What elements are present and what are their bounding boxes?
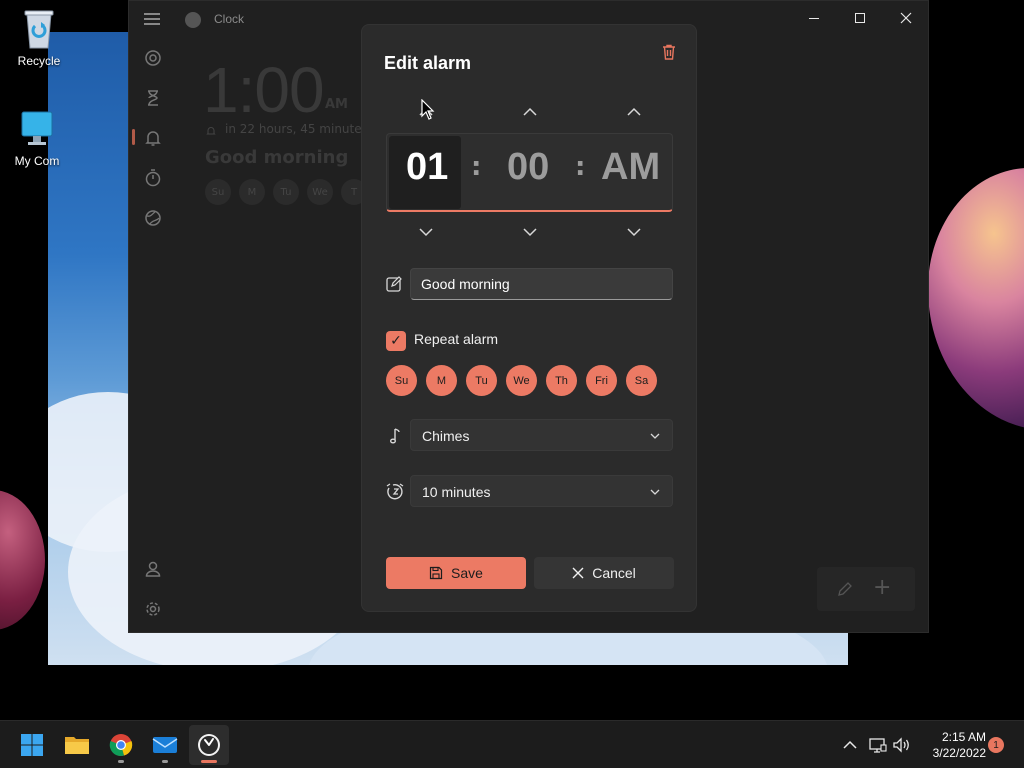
stopwatch-icon[interactable] bbox=[143, 168, 163, 188]
background-alarm-days: Su M Tu We T bbox=[205, 179, 367, 205]
mail-button[interactable] bbox=[145, 725, 185, 765]
day-toggle-monday[interactable]: M bbox=[426, 365, 457, 396]
save-button[interactable]: Save bbox=[386, 557, 526, 589]
background-alarm-ampm: AM bbox=[325, 97, 348, 112]
taskbar-time: 2:15 AM bbox=[941, 730, 986, 744]
alarm-icon[interactable] bbox=[143, 128, 163, 148]
clock-logo-icon bbox=[185, 12, 201, 28]
chrome-button[interactable] bbox=[101, 725, 141, 765]
save-button-label: Save bbox=[451, 565, 483, 581]
background-alarm-time: 1:00 bbox=[203, 54, 325, 126]
time-separator: : bbox=[575, 152, 586, 182]
background-alarm-remaining: in 22 hours, 45 minutes bbox=[225, 122, 368, 136]
timer-icon[interactable] bbox=[143, 88, 163, 108]
running-indicator bbox=[118, 760, 124, 763]
day-toggle-sunday[interactable]: Su bbox=[386, 365, 417, 396]
focus-sessions-icon[interactable] bbox=[143, 48, 163, 68]
settings-icon[interactable] bbox=[143, 599, 163, 619]
hour-down-chevron-icon[interactable] bbox=[414, 220, 438, 244]
alarm-command-bar: + bbox=[817, 567, 915, 611]
ampm-value[interactable]: AM bbox=[601, 146, 660, 189]
day-toggle-thursday[interactable]: Th bbox=[546, 365, 577, 396]
account-icon[interactable] bbox=[143, 559, 163, 579]
repeat-alarm-label: Repeat alarm bbox=[414, 331, 499, 347]
ampm-down-chevron-icon[interactable] bbox=[622, 220, 646, 244]
minute-value[interactable]: 00 bbox=[507, 146, 549, 189]
alarm-sound-value: Chimes bbox=[422, 428, 470, 444]
show-hidden-icons-icon[interactable] bbox=[840, 735, 860, 755]
day-toggle-friday[interactable]: Fri bbox=[586, 365, 617, 396]
edit-alarm-dialog: Edit alarm 01 : 00 : AM Good morning ✓ R… bbox=[361, 24, 697, 612]
taskbar-date: 3/22/2022 bbox=[932, 746, 986, 760]
desktop-icon-recycle-bin[interactable]: Recycle bbox=[2, 8, 76, 68]
background-alarm-name: Good morning bbox=[205, 147, 349, 168]
notification-badge[interactable]: 1 bbox=[988, 737, 1004, 753]
active-indicator bbox=[201, 760, 217, 763]
close-icon bbox=[900, 12, 912, 24]
file-explorer-icon bbox=[65, 737, 89, 754]
day-toggle-saturday[interactable]: Sa bbox=[626, 365, 657, 396]
background-day: M bbox=[239, 179, 265, 205]
taskbar-clock[interactable]: 2:15 AM 3/22/2022 bbox=[906, 729, 986, 761]
music-note-icon bbox=[385, 426, 405, 446]
desktop-icon-label: My Com bbox=[14, 154, 60, 168]
repeat-alarm-checkbox[interactable]: ✓ bbox=[386, 331, 406, 351]
desktop-icon-label: Recycle bbox=[17, 54, 61, 68]
clock-app-icon bbox=[198, 734, 220, 756]
dialog-title: Edit alarm bbox=[384, 53, 472, 73]
desktop-icon-my-computer[interactable]: My Com bbox=[0, 108, 74, 168]
background-day: Su bbox=[205, 179, 231, 205]
wallpaper-swirl-left bbox=[0, 480, 48, 640]
computer-icon bbox=[19, 108, 55, 150]
chevron-down-icon bbox=[648, 484, 662, 498]
edit-alarms-icon[interactable] bbox=[835, 579, 855, 599]
wallpaper-swirl bbox=[928, 168, 1024, 430]
nav-active-indicator bbox=[132, 129, 135, 145]
cancel-button-label: Cancel bbox=[592, 565, 636, 581]
ampm-up-chevron-icon[interactable] bbox=[622, 100, 646, 124]
mouse-cursor-icon bbox=[421, 99, 435, 120]
day-toggle-tuesday[interactable]: Tu bbox=[466, 365, 497, 396]
start-button[interactable] bbox=[12, 725, 52, 765]
minimize-button[interactable] bbox=[791, 1, 837, 35]
close-button[interactable] bbox=[883, 1, 928, 35]
time-picker[interactable]: 01 : 00 : AM bbox=[386, 133, 673, 212]
clock-taskbar-button[interactable] bbox=[189, 725, 229, 765]
maximize-button[interactable] bbox=[837, 1, 883, 35]
chrome-icon bbox=[109, 734, 133, 756]
snooze-time-dropdown[interactable]: 10 minutes bbox=[410, 475, 673, 507]
chevron-down-icon bbox=[648, 428, 662, 442]
cancel-button[interactable]: Cancel bbox=[534, 557, 674, 589]
save-icon bbox=[429, 566, 443, 580]
menu-icon[interactable] bbox=[144, 13, 160, 25]
window-title: Clock bbox=[214, 12, 245, 26]
minute-up-chevron-icon[interactable] bbox=[518, 100, 542, 124]
background-day: We bbox=[307, 179, 333, 205]
file-explorer-button[interactable] bbox=[57, 725, 97, 765]
close-icon bbox=[572, 567, 584, 579]
taskbar: 2:15 AM 3/22/2022 1 bbox=[0, 720, 1024, 768]
minute-down-chevron-icon[interactable] bbox=[518, 220, 542, 244]
hour-value: 01 bbox=[406, 146, 449, 188]
clock-app-window: Clock 1:00 AM in 22 hours, 45 minutes Go… bbox=[128, 0, 929, 633]
network-icon[interactable] bbox=[868, 735, 888, 755]
snooze-time-value: 10 minutes bbox=[422, 484, 491, 500]
mail-icon bbox=[152, 737, 178, 753]
bell-icon bbox=[205, 122, 217, 135]
add-alarm-icon[interactable]: + bbox=[873, 575, 891, 600]
alarm-name-input[interactable] bbox=[410, 268, 673, 300]
alarm-sound-dropdown[interactable]: Chimes bbox=[410, 419, 673, 451]
time-separator: : bbox=[471, 152, 482, 182]
running-indicator bbox=[162, 760, 168, 763]
background-day: Tu bbox=[273, 179, 299, 205]
world-clock-icon[interactable] bbox=[143, 208, 163, 228]
day-toggle-wednesday[interactable]: We bbox=[506, 365, 537, 396]
start-icon bbox=[21, 734, 43, 756]
edit-name-icon bbox=[385, 275, 403, 293]
snooze-icon bbox=[385, 482, 405, 502]
recycle-bin-icon bbox=[21, 8, 57, 50]
delete-alarm-icon[interactable] bbox=[660, 43, 678, 61]
